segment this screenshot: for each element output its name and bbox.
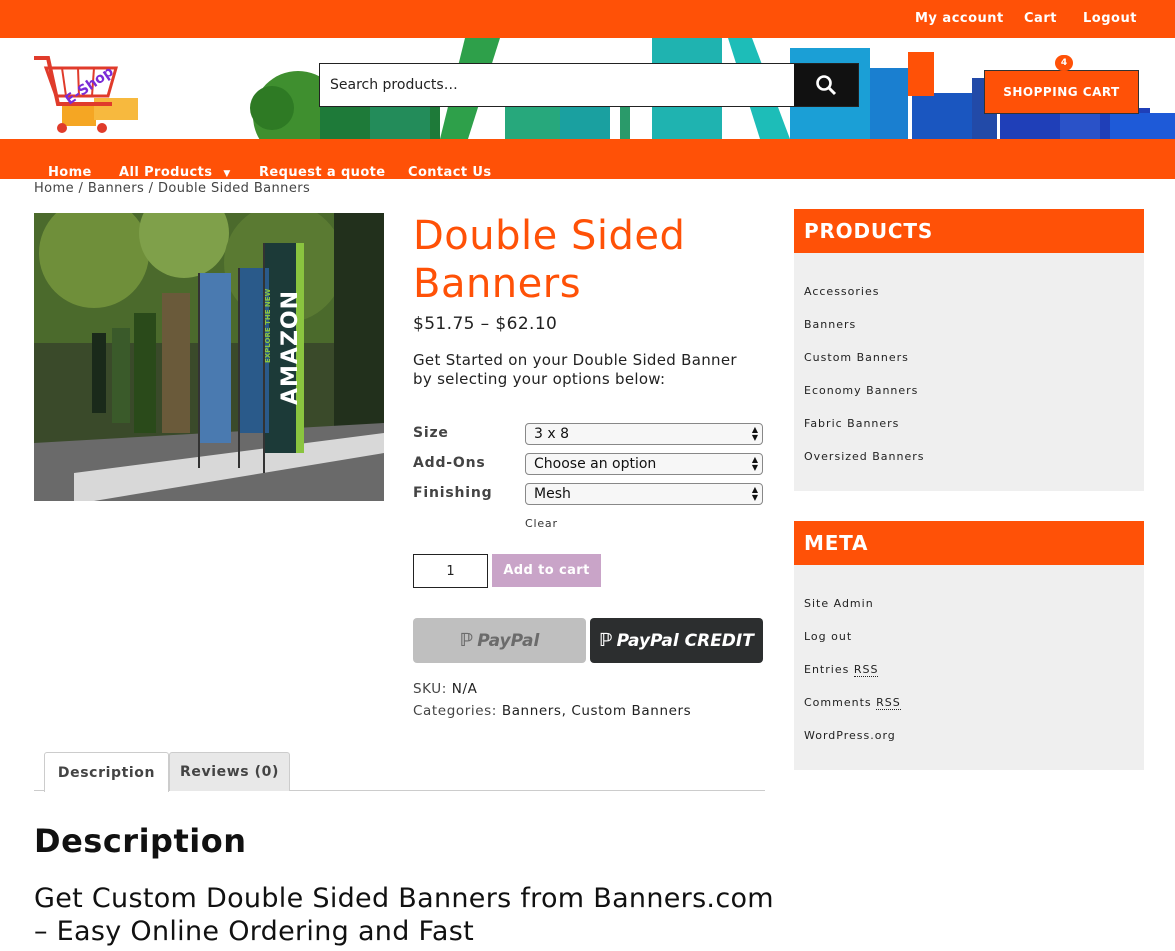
main-nav: Home All Products ▼ Request a quote Cont… xyxy=(0,139,1175,179)
select-arrows-icon: ▲ ▼ xyxy=(751,425,758,442)
products-item-economy-banners[interactable]: Economy Banners xyxy=(804,384,918,397)
meta-item-entries-label: Entries xyxy=(804,663,850,676)
site-header: E-Shop SHOPPING CART 4 xyxy=(0,38,1175,139)
search-icon xyxy=(816,75,837,96)
meta-item-wordpress-org[interactable]: WordPress.org xyxy=(804,729,896,742)
shopping-cart-button[interactable]: SHOPPING CART xyxy=(984,70,1139,114)
my-account-link[interactable]: My account xyxy=(915,11,1004,26)
site-logo[interactable]: E-Shop xyxy=(32,56,142,138)
finishing-select-value: Mesh xyxy=(534,486,571,502)
banner-photo xyxy=(34,213,384,501)
size-select[interactable]: 3 x 8 ▲ ▼ xyxy=(525,423,763,445)
nav-request-quote[interactable]: Request a quote xyxy=(259,165,386,179)
search-form xyxy=(319,63,859,107)
sku-line: SKU: N/A xyxy=(413,681,477,697)
logout-link[interactable]: Logout xyxy=(1083,11,1137,26)
select-arrows-icon: ▲ ▼ xyxy=(751,455,758,472)
addons-select[interactable]: Choose an option ▲ ▼ xyxy=(525,453,763,475)
categories-links[interactable]: Banners, Custom Banners xyxy=(502,703,691,719)
products-item-oversized-banners[interactable]: Oversized Banners xyxy=(804,450,925,463)
products-item-custom-banners[interactable]: Custom Banners xyxy=(804,351,909,364)
sku-label: SKU: xyxy=(413,681,447,697)
breadcrumb[interactable]: Home / Banners / Double Sided Banners xyxy=(34,181,310,196)
products-item-banners[interactable]: Banners xyxy=(804,318,856,331)
description-heading: Description xyxy=(34,822,247,860)
products-widget-title: PRODUCTS xyxy=(794,209,1144,253)
description-subheading: Get Custom Double Sided Banners from Ban… xyxy=(34,883,774,947)
sku-value: N/A xyxy=(451,681,478,697)
product-image[interactable]: EXPLORE THE NEW AMAZON xyxy=(34,213,384,501)
addons-select-value: Choose an option xyxy=(534,456,657,472)
products-widget: PRODUCTS Accessories Banners Custom Bann… xyxy=(794,209,1144,491)
tab-reviews[interactable]: Reviews (0) xyxy=(169,752,290,791)
meta-item-entries-rss[interactable]: Entries RSS xyxy=(804,663,879,677)
rss-abbr: RSS xyxy=(876,696,901,710)
paypal-credit-button-label: PayPal CREDIT xyxy=(616,630,754,651)
categories-line: Categories: Banners, Custom Banners xyxy=(413,703,691,719)
search-input[interactable] xyxy=(320,64,794,106)
products-item-fabric-banners[interactable]: Fabric Banners xyxy=(804,417,899,430)
header-accent-block xyxy=(908,52,934,96)
paypal-button[interactable]: ℙ PayPal xyxy=(413,618,586,663)
meta-widget-title: META xyxy=(794,521,1144,565)
search-button[interactable] xyxy=(794,64,858,106)
select-arrows-icon: ▲ ▼ xyxy=(751,485,758,502)
size-label: Size xyxy=(413,425,449,441)
paypal-logo-icon: ℙ xyxy=(599,630,613,651)
paypal-logo-icon: ℙ xyxy=(459,630,474,651)
cart-count-badge: 4 xyxy=(1055,55,1073,71)
meta-item-log-out[interactable]: Log out xyxy=(804,630,852,643)
meta-item-comments-label: Comments xyxy=(804,696,872,709)
categories-label: Categories: xyxy=(413,703,497,719)
product-price: $51.75 – $62.10 xyxy=(413,314,558,334)
quantity-input[interactable]: 1 xyxy=(413,554,488,588)
caret-down-icon: ▼ xyxy=(223,169,231,179)
add-to-cart-button[interactable]: Add to cart xyxy=(492,554,601,587)
product-title: Double Sided Banners xyxy=(413,213,686,307)
nav-contact-us[interactable]: Contact Us xyxy=(408,165,491,179)
image-banner-small-text: EXPLORE THE NEW xyxy=(264,288,272,363)
finishing-select[interactable]: Mesh ▲ ▼ xyxy=(525,483,763,505)
product-intro: Get Started on your Double Sided Banner … xyxy=(413,351,737,388)
finishing-label: Finishing xyxy=(413,485,493,501)
size-select-value: 3 x 8 xyxy=(534,426,569,442)
addons-label: Add-Ons xyxy=(413,455,486,471)
products-item-accessories[interactable]: Accessories xyxy=(804,285,879,298)
paypal-credit-button[interactable]: ℙ PayPal CREDIT xyxy=(590,618,763,663)
rss-abbr: RSS xyxy=(853,663,879,677)
meta-item-comments-rss[interactable]: Comments RSS xyxy=(804,696,901,710)
paypal-button-label: PayPal xyxy=(477,630,540,651)
image-banner-text: AMAZON xyxy=(278,289,303,405)
nav-all-products[interactable]: All Products ▼ xyxy=(119,165,231,179)
tab-description[interactable]: Description xyxy=(44,752,169,792)
meta-item-site-admin[interactable]: Site Admin xyxy=(804,597,874,610)
top-bar: My account Cart Logout xyxy=(0,0,1175,38)
meta-widget: META Site Admin Log out Entries RSS Comm… xyxy=(794,521,1144,770)
nav-all-products-label: All Products xyxy=(119,165,213,179)
clear-options-link[interactable]: Clear xyxy=(525,517,558,530)
nav-home[interactable]: Home xyxy=(48,165,92,179)
cart-link[interactable]: Cart xyxy=(1024,11,1057,26)
